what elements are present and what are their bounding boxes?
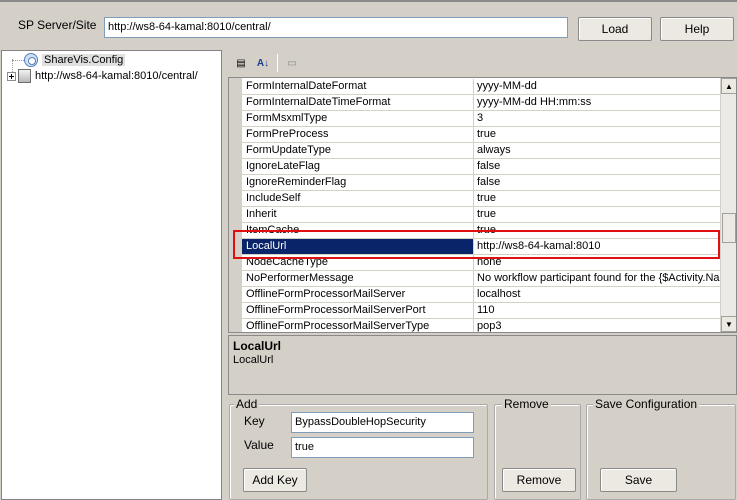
grid-row[interactable]: FormInternalDateFormat yyyy-MM-dd <box>242 79 722 95</box>
description-text: LocalUrl <box>233 354 274 366</box>
property-value[interactable]: yyyy-MM-dd <box>474 79 722 94</box>
property-value[interactable]: false <box>474 159 722 174</box>
remove-group-legend: Remove <box>502 397 551 411</box>
key-label: Key <box>244 414 265 428</box>
property-name[interactable]: FormPreProcess <box>242 127 474 142</box>
save-configuration-legend: Save Configuration <box>593 397 700 411</box>
property-name[interactable]: FormInternalDateFormat <box>242 79 474 94</box>
grid-row[interactable]: IgnoreLateFlag false <box>242 159 722 175</box>
toolbar-separator <box>277 54 278 72</box>
grid-row[interactable]: IgnoreReminderFlag false <box>242 175 722 191</box>
grid-row[interactable]: FormUpdateType always <box>242 143 722 159</box>
grid-row[interactable]: FormInternalDateTimeFormat yyyy-MM-dd HH:… <box>242 95 722 111</box>
property-value[interactable]: pop3 <box>474 319 722 332</box>
grid-row[interactable]: OfflineFormProcessorMailServerPort 110 <box>242 303 722 319</box>
property-name[interactable]: OfflineFormProcessorMailServerType <box>242 319 474 332</box>
scroll-down-arrow[interactable]: ▼ <box>721 316 736 332</box>
server-site-label: SP Server/Site <box>18 18 97 32</box>
grid-margin <box>229 78 242 332</box>
property-value[interactable]: yyyy-MM-dd HH:mm:ss <box>474 95 722 110</box>
grid-row[interactable]: IncludeSelf true <box>242 191 722 207</box>
property-value[interactable]: No workflow participant found for the {$… <box>474 271 722 286</box>
property-pages-icon[interactable]: ▭ <box>282 53 302 73</box>
property-value[interactable]: true <box>474 207 722 222</box>
grid-row[interactable]: NoPerformerMessage No workflow participan… <box>242 271 722 287</box>
key-input[interactable]: BypassDoubleHopSecurity <box>291 412 474 433</box>
server-icon <box>18 69 31 83</box>
window-top-border <box>0 0 737 2</box>
value-input[interactable]: true <box>291 437 474 458</box>
property-value[interactable]: localhost <box>474 287 722 302</box>
scroll-up-arrow[interactable]: ▲ <box>721 78 736 94</box>
server-url-input[interactable]: http://ws8-64-kamal:8010/central/ <box>104 17 568 38</box>
alphabetical-sort-icon[interactable]: A↓ <box>253 53 273 73</box>
property-name[interactable]: OfflineFormProcessorMailServerPort <box>242 303 474 318</box>
grid-row[interactable]: FormMsxmlType 3 <box>242 111 722 127</box>
tree-item-label: ShareVis.Config <box>42 54 126 66</box>
grid-scrollbar[interactable]: ▲ ▼ <box>720 78 736 332</box>
expand-icon[interactable] <box>7 71 16 81</box>
localurl-highlight-box <box>233 230 720 259</box>
tree-item-label: http://ws8-64-kamal:8010/central/ <box>35 70 198 82</box>
property-name[interactable]: FormUpdateType <box>242 143 474 158</box>
tree-item-central-site[interactable]: http://ws8-64-kamal:8010/central/ <box>7 68 198 84</box>
property-name[interactable]: IncludeSelf <box>242 191 474 206</box>
property-value[interactable]: 110 <box>474 303 722 318</box>
add-key-button[interactable]: Add Key <box>243 468 307 492</box>
grid-row[interactable]: OfflineFormProcessorMailServer localhost <box>242 287 722 303</box>
property-name[interactable]: FormInternalDateTimeFormat <box>242 95 474 110</box>
grid-row[interactable]: Inherit true <box>242 207 722 223</box>
load-button[interactable]: Load <box>578 17 652 41</box>
property-name[interactable]: OfflineFormProcessorMailServer <box>242 287 474 302</box>
property-name[interactable]: IgnoreReminderFlag <box>242 175 474 190</box>
property-name[interactable]: Inherit <box>242 207 474 222</box>
config-icon <box>24 53 38 67</box>
add-group-legend: Add <box>234 397 260 411</box>
property-grid[interactable]: FormInternalDateFormat yyyy-MM-dd FormInte… <box>228 77 737 333</box>
property-value[interactable]: 3 <box>474 111 722 126</box>
grid-row[interactable]: FormPreProcess true <box>242 127 722 143</box>
property-description-panel: LocalUrl LocalUrl <box>228 335 737 395</box>
categorized-view-icon[interactable]: ▤ <box>231 53 251 73</box>
config-tree[interactable]: ShareVis.Config http://ws8-64-kamal:8010… <box>1 50 222 500</box>
property-name[interactable]: NoPerformerMessage <box>242 271 474 286</box>
value-label: Value <box>244 438 274 452</box>
property-value[interactable]: true <box>474 191 722 206</box>
property-value[interactable]: false <box>474 175 722 190</box>
tree-item-sharevis-config[interactable]: ShareVis.Config <box>24 52 126 68</box>
remove-button[interactable]: Remove <box>502 468 576 492</box>
property-value[interactable]: always <box>474 143 722 158</box>
property-value[interactable]: true <box>474 127 722 142</box>
property-name[interactable]: FormMsxmlType <box>242 111 474 126</box>
help-button[interactable]: Help <box>660 17 734 41</box>
scroll-thumb[interactable] <box>722 213 736 243</box>
save-button[interactable]: Save <box>600 468 677 492</box>
grid-row[interactable]: OfflineFormProcessorMailServerType pop3 <box>242 319 722 332</box>
description-title: LocalUrl <box>233 339 282 353</box>
property-name[interactable]: IgnoreLateFlag <box>242 159 474 174</box>
